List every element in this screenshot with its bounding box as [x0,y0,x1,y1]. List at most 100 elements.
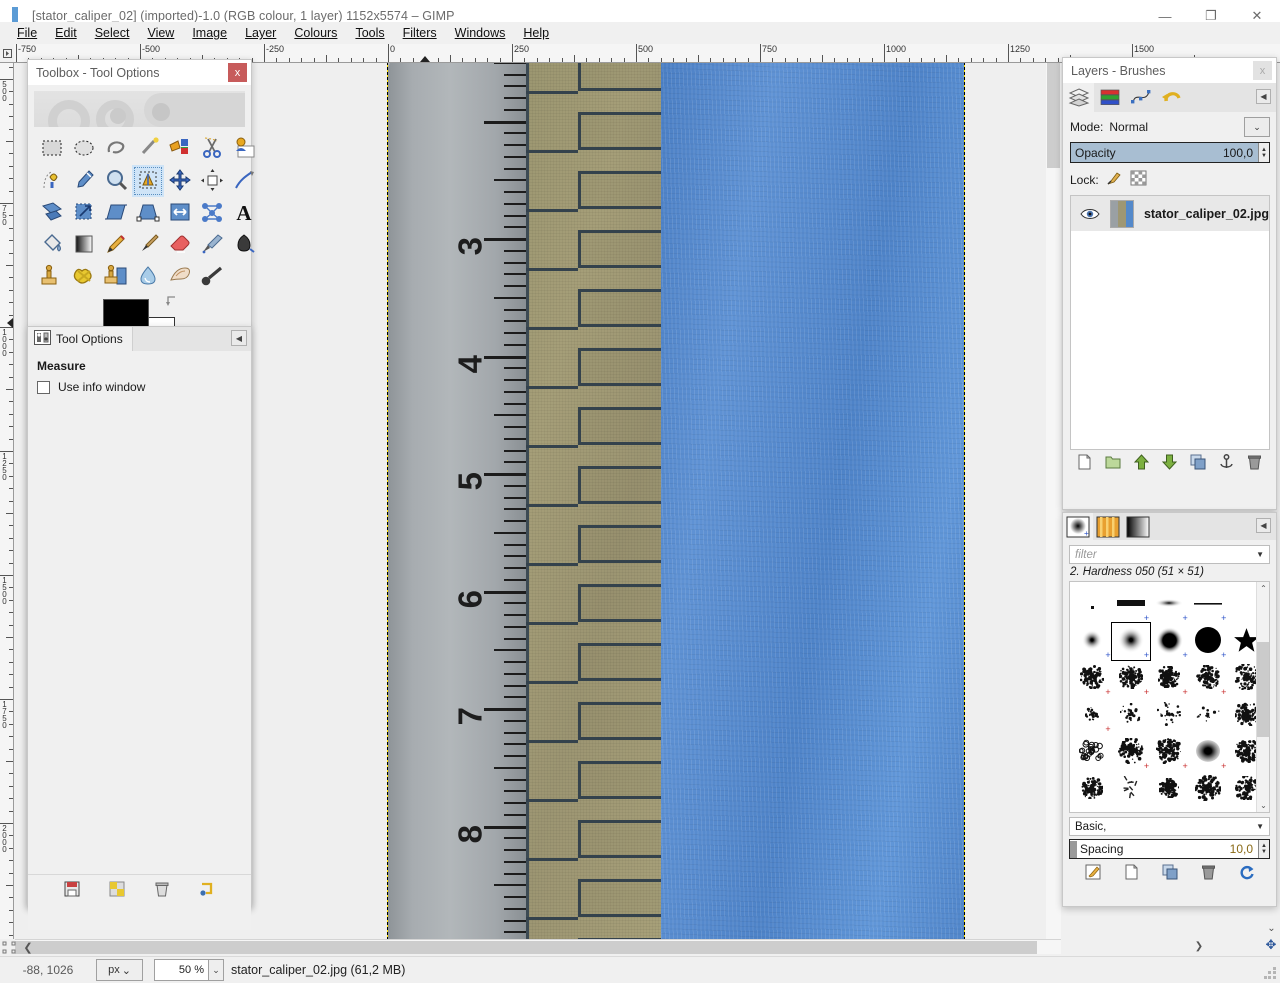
brush-scroll-up-button[interactable]: ⌃ [1257,582,1270,595]
blur-sharpen-tool[interactable] [132,261,164,293]
tool-options-menu-button[interactable]: ◀ [231,330,247,346]
tab-channels[interactable] [1094,83,1125,112]
tab-patterns[interactable] [1093,513,1123,540]
brush-tag-selector[interactable]: Basic, ▼ [1069,817,1270,836]
rect-select-tool[interactable] [36,133,68,165]
raise-layer-button[interactable] [1134,454,1149,473]
brush-filter-input[interactable]: filter ▼ [1069,545,1270,564]
menu-windows[interactable]: Windows [446,24,515,42]
horizontal-scrollbar[interactable] [15,939,1061,954]
align-tool[interactable] [196,165,228,197]
scissors-select-tool[interactable] [196,133,228,165]
eraser-tool[interactable] [164,229,196,261]
delete-layer-button[interactable] [1247,454,1262,473]
brush-cell[interactable]: + [1073,697,1112,734]
brushes-dock-menu-button[interactable]: ◀ [1256,518,1271,533]
scroll-down-button[interactable]: ⌄ [1264,921,1279,936]
foreground-select-tool[interactable] [228,133,260,165]
quick-mask-toggle[interactable] [2,941,16,954]
tab-paths[interactable] [1125,83,1156,112]
toolbox-close-button[interactable]: x [228,63,247,82]
mode-chevron-down-icon[interactable]: ⌄ [1244,117,1270,137]
gradient-tool[interactable] [68,229,100,261]
brush-spacing-slider[interactable]: Spacing 10,0 ▲ ▼ [1069,839,1270,859]
brush-cell[interactable] [1073,586,1112,623]
new-layer-button[interactable] [1077,454,1092,473]
brush-cell[interactable] [1189,771,1228,808]
vertical-ruler[interactable]: 500 750 1000 1250 1500 1750 2000 [0,63,14,939]
anchor-layer-button[interactable] [1219,454,1234,473]
delete-brush-button[interactable] [1201,864,1216,883]
image-canvas[interactable]: 3456789 [388,63,964,939]
edit-brush-button[interactable] [1085,864,1101,883]
brush-cell[interactable]: + [1112,586,1151,623]
brush-cell[interactable]: + [1073,660,1112,697]
tab-gradients[interactable] [1123,513,1153,540]
airbrush-tool[interactable] [196,229,228,261]
menu-filters[interactable]: Filters [394,24,446,42]
lock-alpha-button[interactable] [1130,170,1147,189]
pencil-tool[interactable] [100,229,132,261]
bucket-fill-tool[interactable] [36,229,68,261]
scroll-right-button[interactable]: ❯ [1190,939,1208,954]
menu-edit[interactable]: Edit [46,24,86,42]
perspective-clone-tool[interactable] [100,261,132,293]
cage-transform-tool[interactable] [196,197,228,229]
brush-filter-chevron-down-icon[interactable]: ▼ [1256,550,1269,559]
warp-transform-tool[interactable] [228,165,260,197]
swap-colours-icon[interactable] [165,295,179,309]
layers-dock-menu-button[interactable]: ◀ [1256,89,1271,104]
brush-cell[interactable]: + [1073,623,1112,660]
brush-cell[interactable]: + [1189,808,1228,813]
layers-dock-close-button[interactable]: x [1253,61,1272,80]
horizontal-scrollbar-thumb[interactable] [15,941,1037,954]
rotate-tool[interactable] [36,197,68,229]
colour-picker-tool[interactable] [68,165,100,197]
brush-cell[interactable]: + [1112,623,1151,660]
new-brush-button[interactable] [1124,864,1139,883]
paths-tool[interactable] [36,165,68,197]
vertical-scrollbar[interactable] [1046,63,1061,939]
opacity-spinner[interactable]: ▲ ▼ [1258,143,1269,162]
brush-grid[interactable]: +++++++++++++++++++ ⌃ ⌄ [1069,581,1270,813]
lower-layer-button[interactable] [1162,454,1177,473]
refresh-brushes-button[interactable] [1239,864,1255,883]
tab-tool-options[interactable]: Tool Options [28,327,133,351]
delete-tool-preset-button[interactable] [154,881,170,900]
menu-help[interactable]: Help [514,24,558,42]
save-tool-preset-button[interactable] [64,881,80,900]
spacing-slider-handle[interactable] [1070,841,1077,858]
menu-view[interactable]: View [138,24,183,42]
menu-image[interactable]: Image [183,24,236,42]
brush-cell[interactable]: + [1112,734,1151,771]
smudge-tool[interactable] [164,261,196,293]
menu-file[interactable]: File [8,24,46,42]
paintbrush-tool[interactable] [132,229,164,261]
layer-visibility-toggle[interactable] [1071,208,1110,220]
use-info-window-checkbox[interactable] [37,381,50,394]
brush-cell[interactable] [1073,808,1112,813]
brush-cell[interactable] [1112,771,1151,808]
new-layer-group-button[interactable] [1105,454,1121,473]
dodge-burn-tool[interactable] [196,261,228,293]
heal-tool[interactable] [68,261,100,293]
perspective-tool[interactable] [132,197,164,229]
brush-grid-scrollbar[interactable]: ⌃ ⌄ [1256,582,1269,812]
menu-tools[interactable]: Tools [346,24,393,42]
restore-tool-preset-button[interactable] [109,881,125,900]
brush-scrollbar-thumb[interactable] [1257,642,1270,737]
ink-tool[interactable] [228,229,260,261]
layer-row[interactable]: stator_caliper_02.jpg [1071,196,1269,231]
move-tool[interactable] [164,165,196,197]
zoom-selector[interactable]: 50 % ⌄ [154,959,224,981]
text-tool[interactable]: A [228,197,260,229]
brush-cell[interactable]: + [1189,586,1228,623]
brush-cell[interactable] [1150,771,1189,808]
option-use-info-window[interactable]: Use info window [37,380,242,394]
duplicate-layer-button[interactable] [1190,454,1206,473]
resize-grip[interactable] [1264,967,1277,980]
brush-cell[interactable]: + [1189,660,1228,697]
tab-undo-history[interactable] [1156,83,1187,112]
brush-cell[interactable]: + [1150,660,1189,697]
brush-cell[interactable] [1150,697,1189,734]
